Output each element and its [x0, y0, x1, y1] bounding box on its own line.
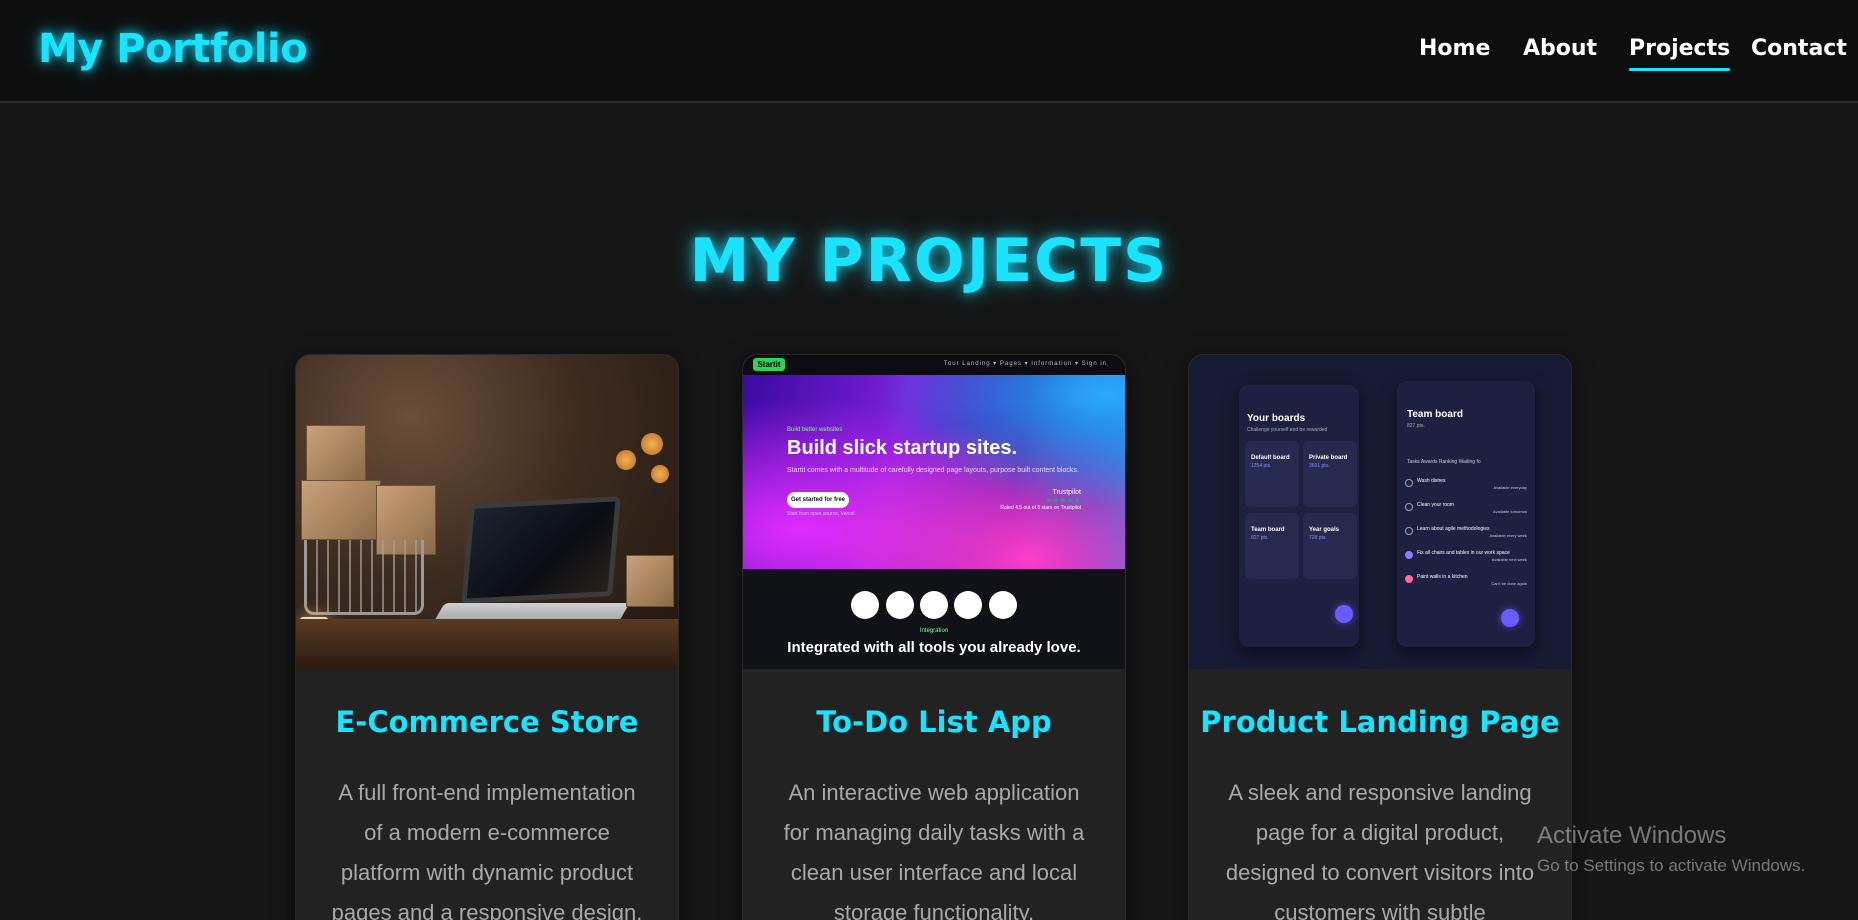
site-header: My Portfolio Home About Projects Contact: [0, 0, 1858, 103]
preview-team-board-panel: Team board 827 pts. Tasks Awards Ranking…: [1397, 381, 1535, 647]
flower: [641, 433, 663, 455]
figma-icon: [988, 591, 1017, 619]
laptop-screen: [461, 496, 621, 604]
activate-windows-watermark: Activate Windows Go to Settings to activ…: [1537, 822, 1805, 876]
task-name: Fix all chairs and tables in our work sp…: [1417, 550, 1510, 556]
trustpilot-stars: ★★★★★: [1045, 496, 1081, 505]
task-checkbox-icon: [1405, 479, 1413, 487]
task-checkbox-icon: [1405, 575, 1413, 583]
nav-link-home[interactable]: Home: [1419, 36, 1490, 61]
preview-tool-icons: [743, 591, 1125, 624]
task-checkbox-icon: [1405, 503, 1413, 511]
project-title: E-Commerce Store: [335, 705, 639, 739]
watermark-subtitle: Go to Settings to activate Windows.: [1537, 856, 1806, 875]
preview-hero: Build better websites Build slick startu…: [743, 375, 1125, 569]
package-box: [306, 425, 366, 483]
board-name: Private board: [1309, 455, 1348, 461]
board-name: Year goals: [1309, 527, 1340, 533]
board-tile: Team board 827 pts.: [1245, 513, 1299, 579]
task-item: Wash dishes Available everyday: [1405, 477, 1527, 497]
slack-icon: [851, 591, 880, 619]
task-item: Clean your room Available tomorrow: [1405, 501, 1527, 521]
nav-link-contact[interactable]: Contact: [1751, 36, 1847, 61]
boards-subtitle: Challenge yourself and be rewarded: [1247, 427, 1328, 433]
package-box: [626, 555, 674, 607]
task-name: Paint walls in a kitchen: [1417, 574, 1468, 580]
board-tile: Private board 3601 pts.: [1303, 441, 1357, 507]
preview-headline: Build slick startup sites.: [787, 437, 1018, 459]
section-title: MY PROJECTS: [689, 226, 1169, 296]
boards-title: Your boards: [1247, 413, 1306, 424]
task-item: Learn about agile methodologies Availabl…: [1405, 525, 1527, 545]
board-tile: Default board 1254 pts.: [1245, 441, 1299, 507]
active-nav-indicator: [1629, 68, 1731, 71]
project-image-todo: Startit Tour Landing ▾ Pages ▾ Informati…: [743, 355, 1125, 669]
board-points: 3601 pts.: [1309, 463, 1330, 469]
preview-logo: Startit: [753, 358, 785, 371]
watermark-title: Activate Windows: [1537, 822, 1727, 849]
team-board-title: Team board: [1407, 409, 1463, 420]
board-name: Default board: [1251, 455, 1290, 461]
dropbox-icon: [954, 591, 983, 619]
project-image-ecommerce: [296, 355, 678, 669]
preview-cta-button: Get started for free: [787, 492, 849, 508]
preview-paragraph: Startit comes with a multitude of carefu…: [787, 467, 1079, 474]
project-title: To-Do List App: [816, 705, 1052, 739]
preview-integration-heading: Integrated with all tools you already lo…: [787, 639, 1081, 656]
task-availability: Can't be done again: [1491, 581, 1527, 586]
board-name: Team board: [1251, 527, 1285, 533]
firebase-icon: [920, 591, 948, 619]
task-checkbox-icon: [1405, 527, 1413, 535]
preview-kicker: Build better websites: [787, 427, 843, 433]
project-description: A sleek and responsive landing page for …: [1225, 780, 1535, 920]
task-availability: Available everyday: [1493, 485, 1527, 490]
preview-nav-links: Tour Landing ▾ Pages ▾ Information ▾ Sig…: [943, 361, 1107, 367]
preview-integration-kicker: Integration: [919, 628, 949, 634]
project-title: Product Landing Page: [1200, 705, 1560, 739]
trustpilot-note: Rated 4.5 out of 5 stars on Trustpilot: [1000, 505, 1081, 511]
task-availability: Available every week: [1489, 533, 1527, 538]
flower: [616, 450, 636, 470]
team-board-points: 827 pts.: [1407, 423, 1425, 429]
preview-navbar: Startit Tour Landing ▾ Pages ▾ Informati…: [743, 355, 1125, 375]
task-item: Fix all chairs and tables in our work sp…: [1405, 549, 1527, 569]
nav-link-about[interactable]: About: [1523, 36, 1597, 61]
project-card-todo[interactable]: Startit Tour Landing ▾ Pages ▾ Informati…: [742, 354, 1126, 920]
preview-boards-panel: Your boards Challenge yourself and be re…: [1239, 385, 1359, 647]
board-points: 728 pts.: [1309, 535, 1327, 541]
preview-small-text: Start from open source, Vercel: [787, 511, 855, 517]
nav-link-projects-label: Projects: [1629, 36, 1731, 61]
project-image-landing: Your boards Challenge yourself and be re…: [1189, 355, 1571, 669]
project-description: A full front-end implementation of a mod…: [331, 780, 643, 920]
project-card-ecommerce[interactable]: E-Commerce Store A full front-end implem…: [295, 354, 679, 920]
trustpilot-label: Trustpilot: [1052, 489, 1081, 496]
task-name: Learn about agile methodologies: [1417, 526, 1490, 532]
flower: [651, 465, 669, 483]
team-board-tabs: Tasks Awards Ranking Waiting fo: [1407, 459, 1481, 465]
board-tile: Year goals 728 pts.: [1303, 513, 1357, 579]
preview-trustpilot: Trustpilot ★★★★★ Rated 4.5 out of 5 star…: [1000, 489, 1081, 511]
add-board-icon: [1335, 605, 1353, 623]
task-item: Paint walls in a kitchen Can't be done a…: [1405, 573, 1527, 593]
vscode-icon: [885, 591, 914, 619]
package-box: [301, 480, 381, 540]
wooden-table: [296, 619, 678, 669]
site-logo[interactable]: My Portfolio: [38, 26, 308, 72]
task-name: Wash dishes: [1417, 478, 1446, 484]
shopping-cart-icon: [304, 540, 424, 615]
task-checkbox-icon: [1405, 551, 1413, 559]
board-points: 1254 pts.: [1251, 463, 1272, 469]
task-availability: Available next week: [1491, 557, 1527, 562]
board-points: 827 pts.: [1251, 535, 1269, 541]
task-name: Clean your room: [1417, 502, 1454, 508]
nav-link-projects[interactable]: Projects: [1629, 36, 1731, 71]
project-card-landing[interactable]: Your boards Challenge yourself and be re…: [1188, 354, 1572, 920]
add-task-icon: [1501, 609, 1519, 627]
task-availability: Available tomorrow: [1493, 509, 1527, 514]
project-description: An interactive web application for manag…: [783, 780, 1085, 920]
